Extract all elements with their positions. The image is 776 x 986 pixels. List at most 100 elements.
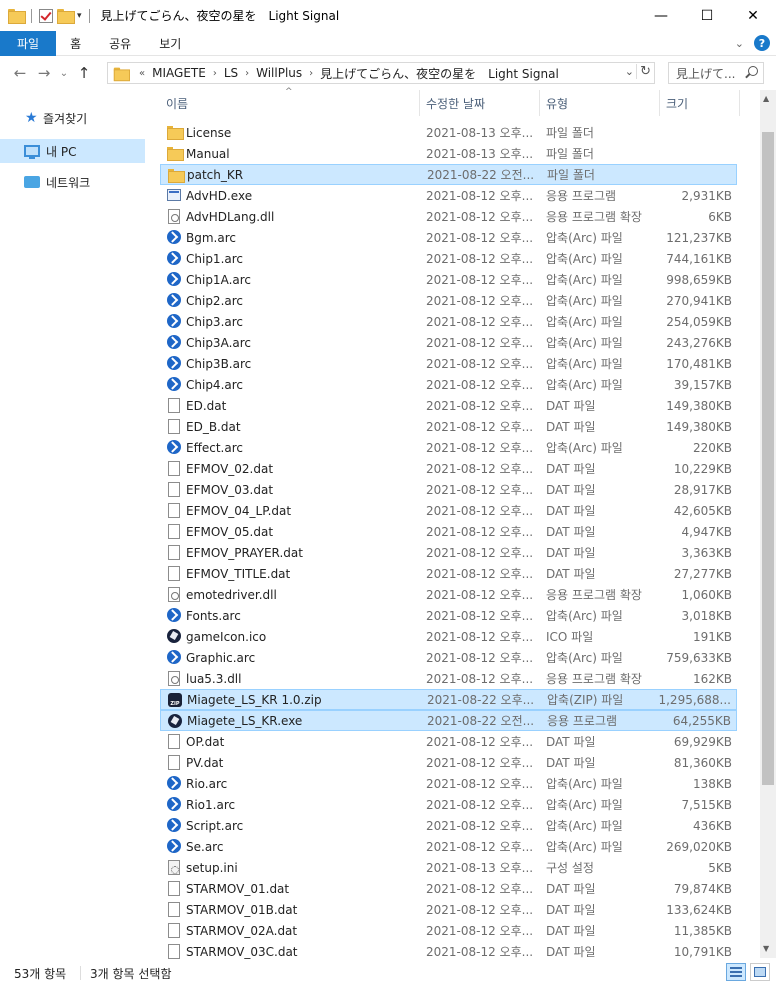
- file-row[interactable]: Miagete_LS_KR.exe 2021-08-22 오전... 응용 프로그램…: [160, 710, 737, 731]
- file-row[interactable]: ED.dat 2021-08-12 오후... DAT 파일 149,380KB: [160, 395, 737, 416]
- column-header-date[interactable]: 수정한 날짜: [426, 95, 485, 112]
- file-row[interactable]: Miagete_LS_KR 1.0.zip 2021-08-22 오후... 압축(…: [160, 689, 737, 710]
- tab-view[interactable]: 보기: [145, 31, 195, 56]
- file-row[interactable]: AdvHDLang.dll 2021-08-12 오후... 응용 프로그램 확장 6…: [160, 206, 737, 227]
- forward-button[interactable]: →: [32, 61, 56, 85]
- search-input[interactable]: 見上げて...: [668, 62, 764, 84]
- file-type: 응용 프로그램 확장: [546, 210, 642, 224]
- file-row[interactable]: EFMOV_TITLE.dat 2021-08-12 오후... DAT 파일 27,…: [160, 563, 737, 584]
- scroll-up-icon[interactable]: ▲: [763, 94, 769, 103]
- file-row[interactable]: EFMOV_03.dat 2021-08-12 오후... DAT 파일 28,917…: [160, 479, 737, 500]
- file-row[interactable]: lua5.3.dll 2021-08-12 오후... 응용 프로그램 확장 162K…: [160, 668, 737, 689]
- file-row[interactable]: Graphic.arc 2021-08-12 오후... 압축(Arc) 파일 759…: [160, 647, 737, 668]
- file-row[interactable]: Chip3A.arc 2021-08-12 오후... 압축(Arc) 파일 243,…: [160, 332, 737, 353]
- column-divider[interactable]: [419, 90, 420, 116]
- file-row[interactable]: Chip2.arc 2021-08-12 오후... 압축(Arc) 파일 270,9…: [160, 290, 737, 311]
- file-row[interactable]: OP.dat 2021-08-12 오후... DAT 파일 69,929KB: [160, 731, 737, 752]
- breadcrumb-current-folder[interactable]: 見上げてごらん、夜空の星を Light Signal: [317, 65, 562, 82]
- file-row[interactable]: emotedriver.dll 2021-08-12 오후... 응용 프로그램 확…: [160, 584, 737, 605]
- file-row[interactable]: ED_B.dat 2021-08-12 오후... DAT 파일 149,380KB: [160, 416, 737, 437]
- back-button[interactable]: ←: [8, 61, 32, 85]
- nav-item-network[interactable]: 네트워크: [0, 170, 145, 194]
- column-divider[interactable]: [659, 90, 660, 116]
- file-row[interactable]: Effect.arc 2021-08-12 오후... 압축(Arc) 파일 220K…: [160, 437, 737, 458]
- file-row[interactable]: STARMOV_01.dat 2021-08-12 오후... DAT 파일 79,8…: [160, 878, 737, 899]
- file-row[interactable]: patch_KR 2021-08-22 오전... 파일 폴더: [160, 164, 737, 185]
- column-header-size[interactable]: 크기: [666, 95, 688, 112]
- file-name: Chip3A.arc: [186, 335, 252, 350]
- file-icon: [168, 881, 180, 896]
- file-size: 10,229KB: [673, 461, 732, 476]
- file-row[interactable]: STARMOV_02A.dat 2021-08-12 오후... DAT 파일 11,…: [160, 920, 737, 941]
- refresh-icon[interactable]: ↻: [636, 64, 651, 79]
- column-header-type[interactable]: 유형: [546, 95, 568, 112]
- column-divider[interactable]: [739, 90, 740, 116]
- address-dropdown-icon[interactable]: ⌄: [625, 65, 634, 78]
- minimize-button[interactable]: —: [638, 0, 684, 31]
- column-header-name[interactable]: 이름: [166, 95, 188, 112]
- expand-ribbon-icon[interactable]: ⌄: [735, 37, 744, 50]
- tab-file[interactable]: 파일: [0, 30, 57, 56]
- tab-share[interactable]: 공유: [95, 31, 145, 56]
- file-row[interactable]: Bgm.arc 2021-08-12 오후... 압축(Arc) 파일 121,237…: [160, 227, 737, 248]
- help-icon[interactable]: ?: [754, 35, 770, 51]
- file-date: 2021-08-12 오후...: [426, 735, 534, 749]
- breadcrumb-ls[interactable]: LS: [221, 66, 241, 80]
- file-row[interactable]: Rio.arc 2021-08-12 오후... 압축(Arc) 파일 138KB: [160, 773, 737, 794]
- file-row[interactable]: Chip1.arc 2021-08-12 오후... 압축(Arc) 파일 744,1…: [160, 248, 737, 269]
- nav-item-quick-access[interactable]: ★ 즐겨찾기: [0, 106, 145, 130]
- large-icons-view-button[interactable]: [750, 963, 770, 981]
- details-view-button[interactable]: [726, 963, 746, 981]
- file-row[interactable]: Chip3B.arc 2021-08-12 오후... 압축(Arc) 파일 170,…: [160, 353, 737, 374]
- file-row[interactable]: Chip4.arc 2021-08-12 오후... 압축(Arc) 파일 39,15…: [160, 374, 737, 395]
- file-date: 2021-08-12 오후...: [426, 525, 534, 539]
- breadcrumb-separator[interactable]: ›: [241, 68, 253, 79]
- properties-icon[interactable]: [39, 8, 53, 23]
- file-row[interactable]: EFMOV_04_LP.dat 2021-08-12 오후... DAT 파일 42,…: [160, 500, 737, 521]
- file-type: DAT 파일: [546, 756, 596, 770]
- file-row[interactable]: Rio1.arc 2021-08-12 오후... 압축(Arc) 파일 7,515K…: [160, 794, 737, 815]
- file-row[interactable]: AdvHD.exe 2021-08-12 오후... 응용 프로그램 2,931KB: [160, 185, 737, 206]
- file-row[interactable]: Chip3.arc 2021-08-12 오후... 압축(Arc) 파일 254,0…: [160, 311, 737, 332]
- up-button[interactable]: ↑: [72, 61, 96, 85]
- file-row[interactable]: setup.ini 2021-08-13 오후... 구성 설정 5KB: [160, 857, 737, 878]
- vertical-scrollbar[interactable]: ▲ ▼: [760, 90, 776, 958]
- new-folder-icon[interactable]: [57, 9, 75, 24]
- customize-toolbar-icon[interactable]: ▾: [77, 11, 82, 21]
- breadcrumb-willplus[interactable]: WillPlus: [253, 66, 305, 80]
- file-row[interactable]: PV.dat 2021-08-12 오후... DAT 파일 81,360KB: [160, 752, 737, 773]
- file-size: 3,018KB: [681, 608, 732, 623]
- nav-item-this-pc[interactable]: 내 PC: [0, 139, 145, 163]
- folder-icon: [167, 147, 184, 161]
- file-row[interactable]: License 2021-08-13 오후... 파일 폴더: [160, 122, 737, 143]
- scrollbar-thumb[interactable]: [762, 132, 774, 785]
- file-row[interactable]: EFMOV_PRAYER.dat 2021-08-12 오후... DAT 파일 3,…: [160, 542, 737, 563]
- file-type: 파일 폴더: [546, 126, 594, 140]
- file-icon: [168, 923, 180, 938]
- file-row[interactable]: EFMOV_05.dat 2021-08-12 오후... DAT 파일 4,947K…: [160, 521, 737, 542]
- file-type: DAT 파일: [546, 567, 596, 581]
- file-icon: [168, 755, 180, 770]
- file-row[interactable]: Script.arc 2021-08-12 오후... 압축(Arc) 파일 436K…: [160, 815, 737, 836]
- breadcrumb-separator[interactable]: ›: [209, 68, 221, 79]
- file-row[interactable]: EFMOV_02.dat 2021-08-12 오후... DAT 파일 10,229…: [160, 458, 737, 479]
- address-bar[interactable]: « MIAGETE › LS › WillPlus › 見上げてごらん、夜空の星…: [107, 62, 655, 84]
- scroll-down-icon[interactable]: ▼: [763, 944, 769, 953]
- maximize-button[interactable]: ☐: [684, 0, 730, 31]
- recent-locations-button[interactable]: ⌄: [56, 61, 72, 85]
- breadcrumb-miagete[interactable]: MIAGETE: [149, 66, 209, 80]
- column-divider[interactable]: [539, 90, 540, 116]
- breadcrumb-overflow[interactable]: «: [135, 68, 149, 79]
- file-type: 파일 폴더: [546, 147, 594, 161]
- file-row[interactable]: STARMOV_01B.dat 2021-08-12 오후... DAT 파일 133…: [160, 899, 737, 920]
- file-row[interactable]: gameIcon.ico 2021-08-12 오후... ICO 파일 191KB: [160, 626, 737, 647]
- search-icon[interactable]: [748, 66, 758, 76]
- file-name: Se.arc: [186, 839, 224, 854]
- file-row[interactable]: Se.arc 2021-08-12 오후... 압축(Arc) 파일 269,020K…: [160, 836, 737, 857]
- file-row[interactable]: Chip1A.arc 2021-08-12 오후... 압축(Arc) 파일 998,…: [160, 269, 737, 290]
- breadcrumb-separator[interactable]: ›: [305, 68, 317, 79]
- file-row[interactable]: Manual 2021-08-13 오후... 파일 폴더: [160, 143, 737, 164]
- file-row[interactable]: Fonts.arc 2021-08-12 오후... 압축(Arc) 파일 3,018…: [160, 605, 737, 626]
- tab-home[interactable]: 홈: [56, 31, 95, 56]
- close-button[interactable]: ✕: [730, 0, 776, 31]
